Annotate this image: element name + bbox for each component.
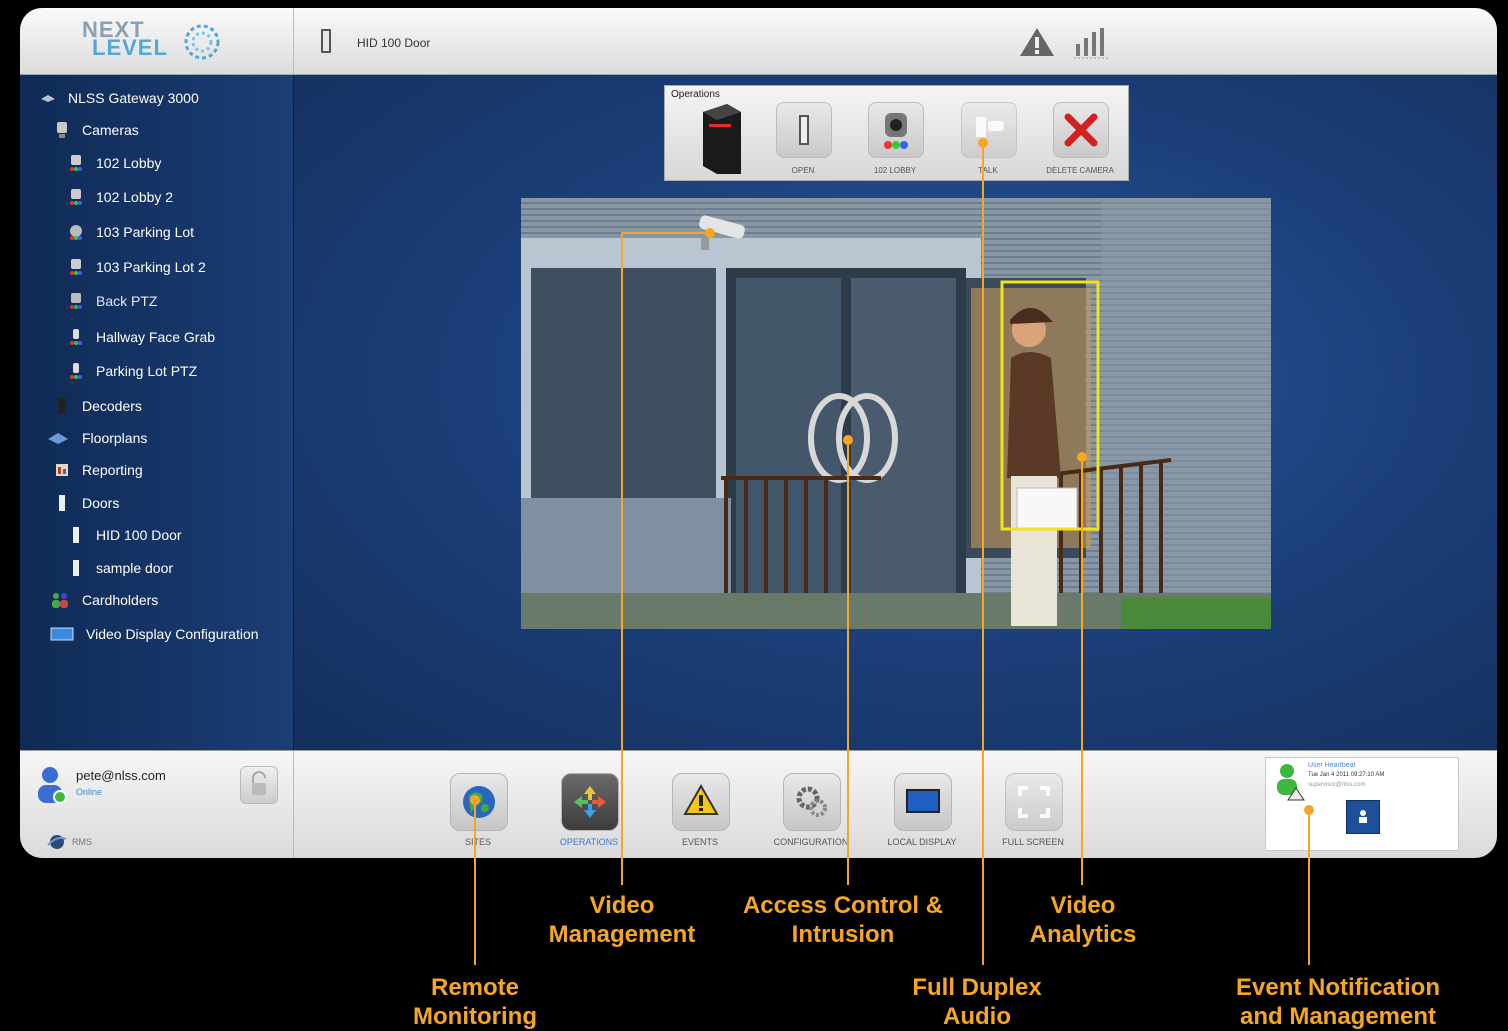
callout-full-duplex-audio: Full Duplex Audio [912, 974, 1042, 1030]
callout-lines [470, 138, 1314, 965]
callout-remote-monitoring: Remote Monitoring [413, 974, 537, 1030]
callout-access-control: Access Control & Intrusion [742, 892, 944, 948]
callout-video-analytics: Video Analytics [1029, 892, 1137, 948]
callout-event-notification: Event Notification and Management [1235, 974, 1440, 1030]
callout-video-management: Video Management [548, 892, 696, 948]
